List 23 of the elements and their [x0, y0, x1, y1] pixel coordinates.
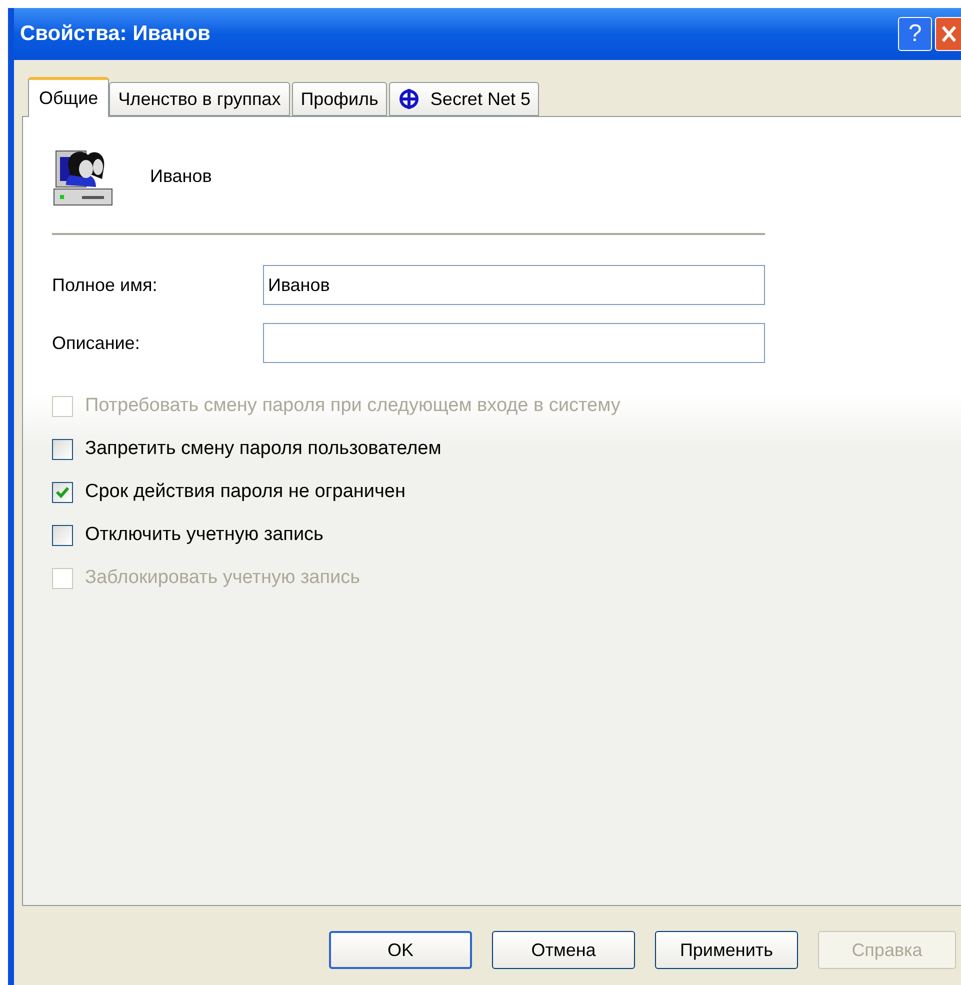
input-field[interactable]	[263, 323, 765, 363]
help-button[interactable]: ?	[898, 17, 932, 51]
close-icon	[940, 25, 956, 43]
checkbox-option[interactable]: Отключить учетную запись	[52, 522, 961, 548]
field-label: Полное имя:	[52, 274, 158, 296]
checkbox[interactable]	[52, 524, 73, 546]
tab[interactable]: Членство в группах	[109, 82, 290, 116]
checkbox[interactable]	[52, 438, 73, 460]
dialog-button[interactable]: OK	[329, 931, 472, 969]
tab[interactable]: Профиль	[292, 82, 388, 116]
close-button[interactable]	[935, 17, 961, 51]
dialog-button[interactable]: Отмена	[492, 931, 635, 969]
tab[interactable]: Secret Net 5	[389, 82, 540, 116]
dialog-button[interactable]: Применить	[655, 931, 798, 969]
user-name: Иванов	[150, 164, 212, 188]
checkbox[interactable]	[52, 482, 73, 502]
checkbox-option[interactable]: Срок действия пароля не ограничен	[52, 479, 961, 505]
tab[interactable]: Общие	[28, 77, 110, 117]
checkbox-option[interactable]: Запретить смену пароля пользователем	[52, 436, 961, 462]
field-label: Описание:	[52, 332, 141, 354]
input-field[interactable]: Иванов	[263, 265, 765, 305]
checkmark-icon	[55, 486, 70, 498]
window-title: Свойства: Иванов	[20, 21, 210, 48]
